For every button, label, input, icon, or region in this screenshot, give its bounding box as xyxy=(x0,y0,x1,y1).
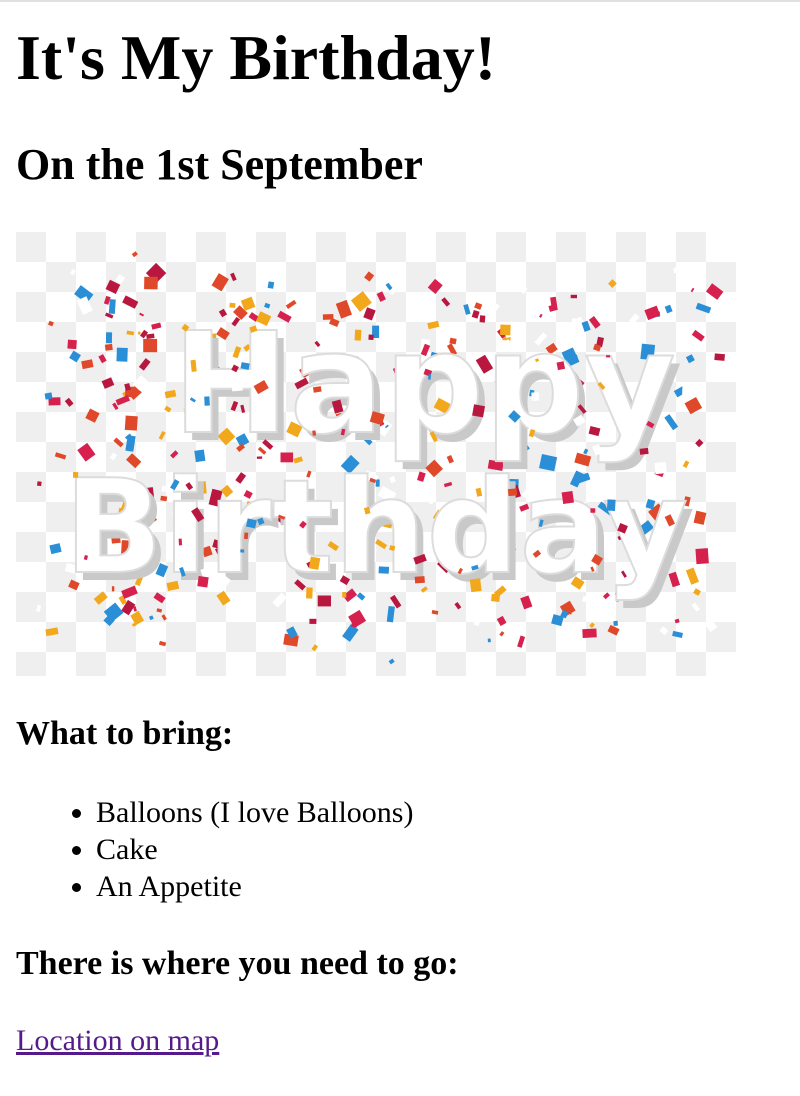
confetti-piece xyxy=(507,488,518,497)
confetti-piece xyxy=(111,586,115,592)
confetti-piece xyxy=(582,628,597,638)
confetti-piece xyxy=(500,324,511,336)
confetti-piece xyxy=(449,337,457,345)
confetti-piece xyxy=(116,347,128,362)
confetti-piece xyxy=(229,302,236,308)
confetti-piece xyxy=(231,382,243,392)
confetti-piece xyxy=(368,334,374,340)
confetti-piece xyxy=(613,620,618,626)
confetti-piece xyxy=(487,638,491,643)
location-map-link[interactable]: Location on map xyxy=(16,1022,219,1059)
confetti-piece xyxy=(361,544,366,551)
confetti-piece xyxy=(606,355,611,358)
confetti-piece xyxy=(197,575,209,588)
confetti-piece xyxy=(105,332,113,344)
confetti-piece xyxy=(312,430,317,436)
date-heading: On the 1st September xyxy=(16,140,423,189)
confetti-piece xyxy=(244,532,249,540)
confetti-piece xyxy=(385,578,392,585)
confetti-piece xyxy=(643,372,651,384)
confetti-piece xyxy=(308,556,321,570)
confetti-piece xyxy=(67,339,77,350)
list-item: Balloons (I love Balloons) xyxy=(96,794,413,831)
confetti-piece xyxy=(256,456,263,459)
location-heading: There is where you need to go: xyxy=(16,945,459,982)
confetti-piece xyxy=(73,472,79,478)
confetti-piece xyxy=(682,384,698,397)
confetti-piece xyxy=(280,452,294,463)
confetti-piece xyxy=(531,392,540,401)
confetti-piece xyxy=(143,338,158,353)
confetti-piece xyxy=(144,276,158,290)
confetti-piece xyxy=(36,481,42,487)
top-divider xyxy=(0,0,800,2)
confetti-piece xyxy=(267,281,275,289)
confetti-piece xyxy=(695,548,709,565)
confetti-piece xyxy=(414,576,425,584)
confetti-piece xyxy=(469,578,482,593)
page-title: It's My Birthday! xyxy=(16,22,496,93)
confetti-piece xyxy=(472,404,485,418)
happy-birthday-image: Happy Happy Birthday Birthday xyxy=(16,232,736,676)
bring-list: Balloons (I love Balloons) Cake An Appet… xyxy=(16,794,413,905)
confetti-piece xyxy=(309,618,317,624)
confetti-piece xyxy=(124,415,138,431)
confetti-piece xyxy=(673,267,683,274)
confetti-piece xyxy=(714,353,725,361)
confetti-piece xyxy=(479,315,486,323)
confetti-piece xyxy=(342,592,347,598)
confetti-piece xyxy=(590,508,596,513)
confetti-piece xyxy=(194,449,206,463)
confetti-piece xyxy=(561,491,575,505)
list-item: An Appetite xyxy=(96,868,413,905)
confetti-piece xyxy=(204,396,210,406)
confetti-piece xyxy=(428,374,432,380)
confetti-piece xyxy=(639,447,649,455)
banner-line2: Birthday xyxy=(64,451,688,603)
what-to-bring-heading: What to bring: xyxy=(16,715,234,752)
confetti-piece xyxy=(306,587,313,599)
confetti-piece xyxy=(570,294,577,299)
confetti-piece xyxy=(108,299,116,314)
confetti-piece xyxy=(556,361,566,371)
confetti-piece xyxy=(44,392,53,400)
confetti-piece xyxy=(178,538,183,546)
confetti-piece xyxy=(104,343,113,351)
confetti-piece xyxy=(322,314,334,320)
confetti-piece xyxy=(240,549,245,553)
list-item: Cake xyxy=(96,831,413,868)
confetti-piece xyxy=(606,499,616,511)
